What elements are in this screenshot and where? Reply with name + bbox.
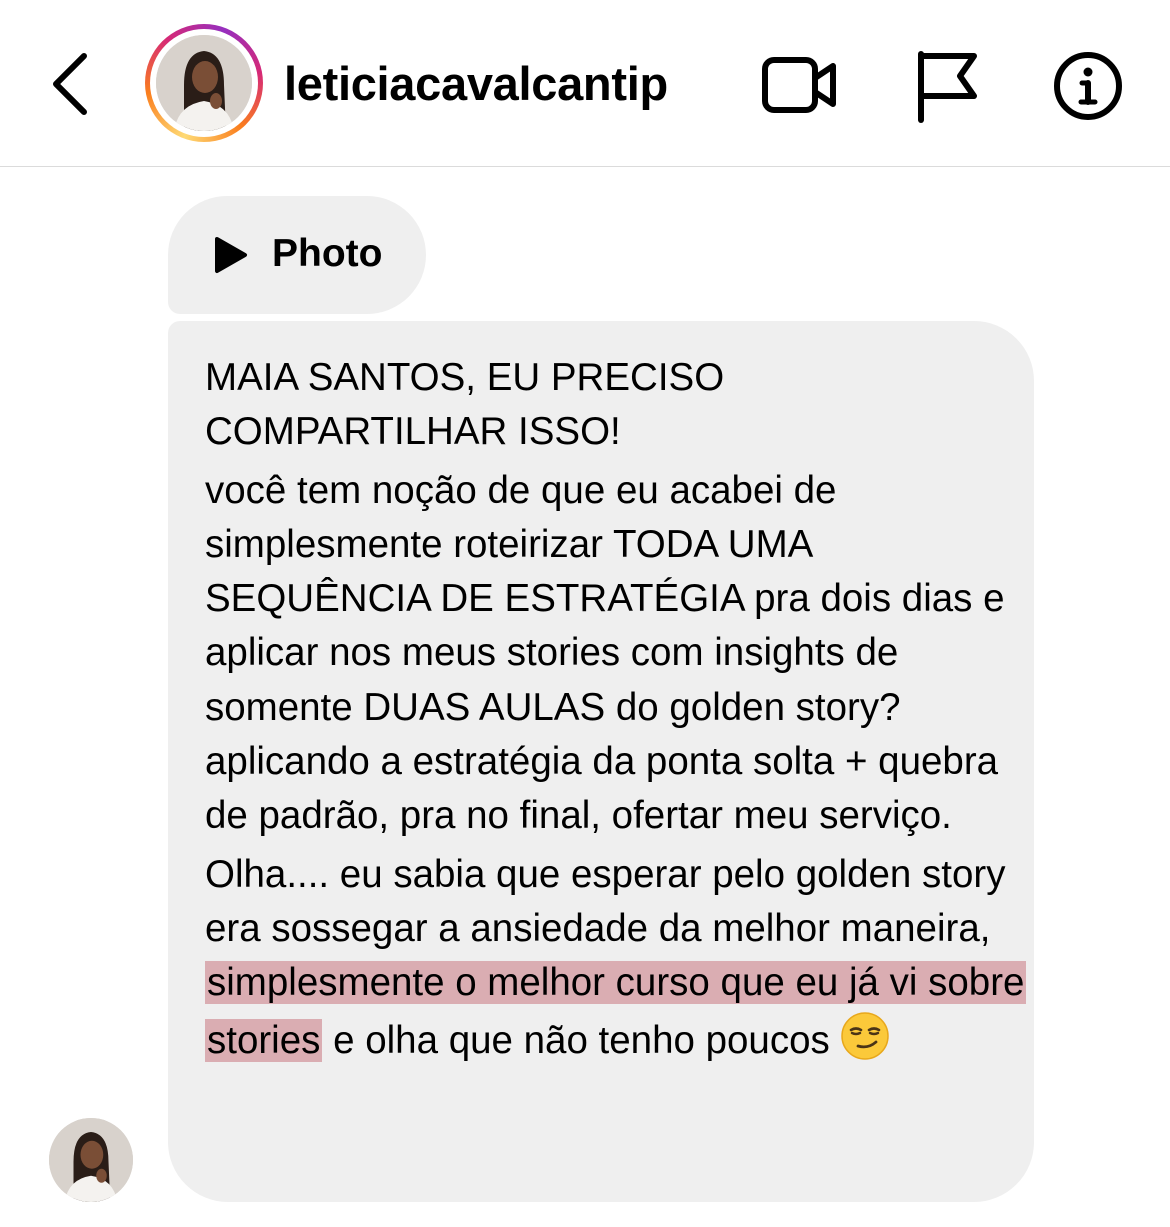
message-text: MAIA SANTOS, EU PRECISO COMPARTILHAR ISS… bbox=[205, 351, 1027, 1072]
profile-avatar[interactable] bbox=[145, 24, 263, 142]
video-call-button[interactable] bbox=[762, 48, 838, 124]
text-message-bubble[interactable]: MAIA SANTOS, EU PRECISO COMPARTILHAR ISS… bbox=[168, 321, 1034, 1202]
back-button[interactable] bbox=[44, 50, 96, 118]
info-button[interactable] bbox=[1050, 48, 1126, 124]
message-paragraph-2: você tem noção de que eu acabei de simpl… bbox=[205, 468, 1005, 838]
play-icon bbox=[215, 237, 247, 273]
smirking-face-emoji bbox=[841, 1011, 890, 1060]
flag-icon bbox=[918, 51, 977, 123]
photo-label: Photo bbox=[272, 232, 383, 275]
chevron-left-icon bbox=[53, 53, 87, 115]
photo-message-bubble[interactable]: Photo bbox=[168, 196, 426, 314]
avatar-photo bbox=[156, 35, 252, 131]
report-button[interactable] bbox=[912, 48, 988, 124]
info-icon bbox=[1054, 52, 1122, 120]
sender-avatar[interactable] bbox=[49, 1118, 133, 1202]
message-paragraph-3: Olha.... eu sabia que esperar pelo golde… bbox=[205, 848, 1027, 1068]
message-line-1: MAIA SANTOS, EU PRECISO COMPARTILHAR ISS… bbox=[205, 356, 725, 454]
chat-username[interactable]: leticiacavalcantip bbox=[284, 56, 668, 111]
message-paragraph-3-end: e olha que não tenho poucos bbox=[322, 1018, 841, 1062]
message-paragraph-3-start: Olha.... eu sabia que esperar pelo golde… bbox=[205, 852, 1006, 950]
video-call-icon bbox=[762, 57, 836, 113]
chat-header: leticiacavalcantip bbox=[0, 0, 1170, 167]
